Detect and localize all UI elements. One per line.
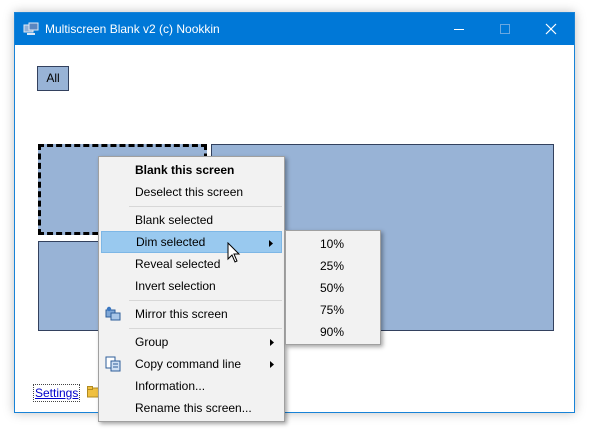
app-icon bbox=[23, 22, 39, 35]
menu-item-label: Rename this screen... bbox=[135, 401, 252, 415]
close-button[interactable] bbox=[528, 13, 574, 45]
minimize-button[interactable] bbox=[436, 13, 482, 45]
submenu-item-75-percent[interactable]: 75% bbox=[288, 299, 378, 321]
menu-separator bbox=[129, 328, 282, 329]
menu-item-label: Group bbox=[135, 335, 169, 349]
submenu-item-50-percent[interactable]: 50% bbox=[288, 277, 378, 299]
mouse-cursor-icon bbox=[227, 242, 241, 263]
maximize-icon bbox=[500, 24, 510, 34]
dim-submenu: 10% 25% 50% 75% 90% bbox=[285, 230, 381, 345]
close-icon bbox=[545, 23, 557, 35]
submenu-item-label: 25% bbox=[320, 259, 345, 273]
settings-link[interactable]: Settings bbox=[32, 384, 81, 402]
menu-item-label: Information... bbox=[135, 379, 206, 393]
context-menu: Blank this screen Deselect this screen B… bbox=[98, 156, 285, 422]
menu-item-group[interactable]: Group bbox=[101, 331, 282, 353]
menu-item-dim-selected[interactable]: Dim selected bbox=[101, 231, 282, 253]
submenu-arrow-icon bbox=[270, 339, 274, 346]
menu-item-label: Blank this screen bbox=[135, 163, 235, 177]
submenu-item-label: 90% bbox=[320, 325, 345, 339]
menu-item-blank-this-screen[interactable]: Blank this screen bbox=[101, 159, 282, 181]
submenu-item-90-percent[interactable]: 90% bbox=[288, 321, 378, 343]
menu-item-deselect-this-screen[interactable]: Deselect this screen bbox=[101, 181, 282, 203]
menu-item-label: Invert selection bbox=[135, 279, 216, 293]
menu-item-blank-selected[interactable]: Blank selected bbox=[101, 209, 282, 231]
maximize-button[interactable] bbox=[482, 13, 528, 45]
menu-item-label: Reveal selected bbox=[135, 257, 221, 271]
menu-item-copy-command-line[interactable]: Copy command line bbox=[101, 353, 282, 375]
menu-item-label: Dim selected bbox=[136, 235, 206, 249]
mirror-icon bbox=[105, 306, 121, 321]
menu-item-invert-selection[interactable]: Invert selection bbox=[101, 275, 282, 297]
menu-item-label: Deselect this screen bbox=[135, 185, 244, 199]
menu-item-label: Copy command line bbox=[135, 357, 242, 371]
menu-item-information[interactable]: Information... bbox=[101, 375, 282, 397]
menu-separator bbox=[129, 300, 282, 301]
submenu-item-25-percent[interactable]: 25% bbox=[288, 255, 378, 277]
submenu-arrow-icon bbox=[270, 361, 274, 368]
all-screens-button[interactable]: All bbox=[37, 66, 69, 91]
submenu-item-label: 50% bbox=[320, 281, 345, 295]
copy-icon bbox=[105, 356, 121, 372]
submenu-arrow-icon bbox=[269, 240, 273, 247]
menu-separator bbox=[129, 206, 282, 207]
window-title: Multiscreen Blank v2 (c) Nookkin bbox=[45, 22, 220, 36]
menu-item-label: Blank selected bbox=[135, 213, 214, 227]
menu-item-mirror-this-screen[interactable]: Mirror this screen bbox=[101, 303, 282, 325]
submenu-item-label: 75% bbox=[320, 303, 345, 317]
menu-item-reveal-selected[interactable]: Reveal selected bbox=[101, 253, 282, 275]
submenu-item-label: 10% bbox=[320, 237, 345, 251]
minimize-icon bbox=[454, 29, 464, 30]
menu-item-label: Mirror this screen bbox=[135, 307, 228, 321]
menu-item-rename-this-screen[interactable]: Rename this screen... bbox=[101, 397, 282, 419]
title-bar[interactable]: Multiscreen Blank v2 (c) Nookkin bbox=[15, 13, 574, 45]
submenu-item-10-percent[interactable]: 10% bbox=[288, 233, 378, 255]
